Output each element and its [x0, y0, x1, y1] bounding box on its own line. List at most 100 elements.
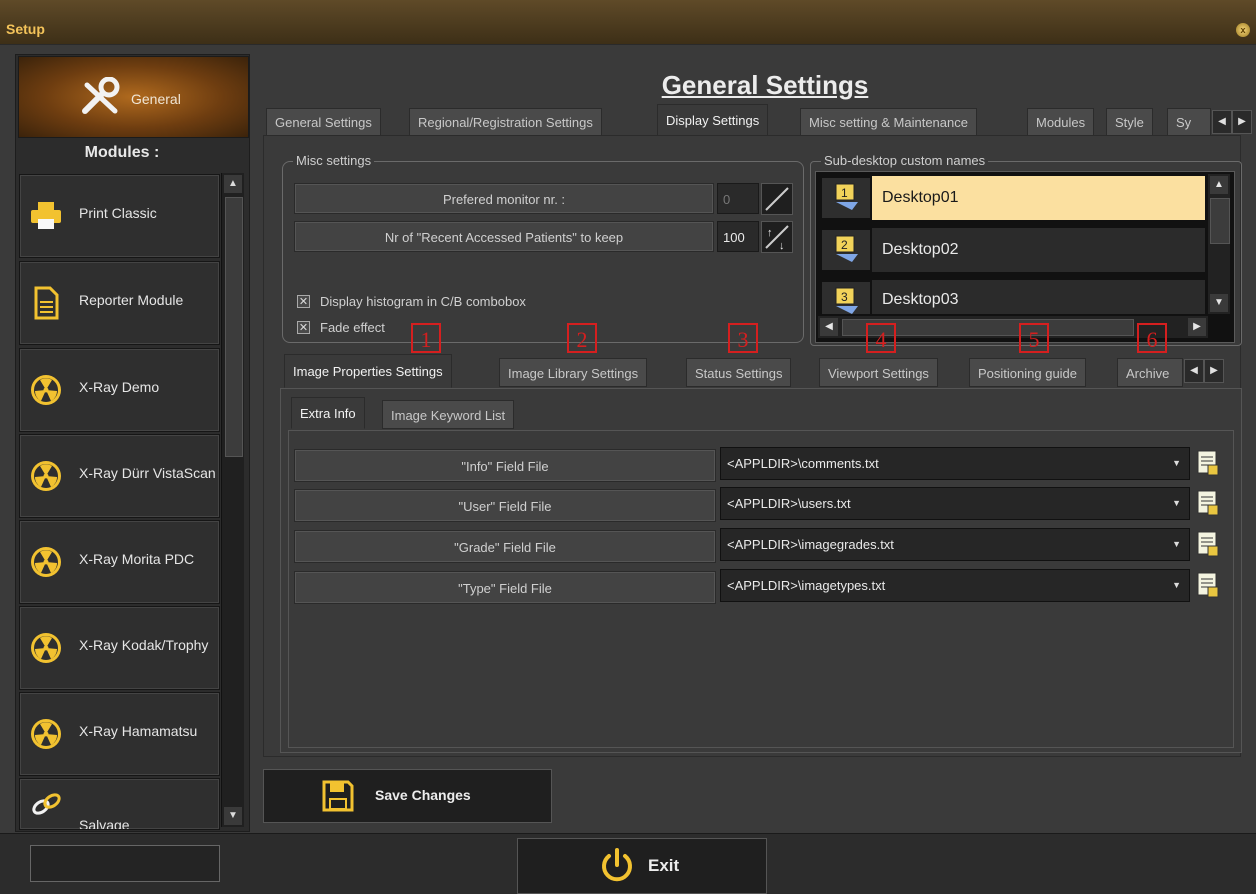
module-item-xray-durr[interactable]: X-Ray Dürr VistaScan	[19, 434, 220, 518]
module-item-xray-kodak[interactable]: X-Ray Kodak/Trophy	[19, 606, 220, 690]
document-icon	[34, 286, 59, 320]
monitor-input[interactable]: 0	[717, 183, 759, 214]
combo-value: <APPLDIR>\imagetypes.txt	[727, 578, 886, 593]
desktop-icon: 1	[822, 178, 870, 218]
module-item-salvage[interactable]: Salvage	[19, 778, 220, 830]
radiation-icon	[31, 633, 61, 663]
tab-general-settings[interactable]: General Settings	[266, 108, 381, 136]
printer-icon	[31, 202, 61, 229]
recent-patients-input[interactable]: 100	[717, 221, 759, 252]
subtab-image-library[interactable]: Image Library Settings	[499, 358, 648, 387]
fade-effect-label: Fade effect	[320, 320, 385, 335]
module-label: Reporter Module	[79, 292, 184, 308]
radiation-icon	[31, 719, 61, 749]
radiation-icon	[31, 375, 61, 405]
tab-style[interactable]: Style	[1106, 108, 1153, 136]
list-item[interactable]: 2 Desktop02	[820, 226, 1205, 274]
tab-left-icon[interactable]: ◀	[1212, 110, 1232, 134]
info-file-label: "Info" Field File	[294, 449, 716, 482]
status-box	[30, 845, 220, 882]
general-button[interactable]: General	[18, 56, 249, 138]
list-item[interactable]: 3 Desktop03	[820, 278, 1205, 314]
marker-2: 2	[567, 323, 597, 353]
module-item-reporter[interactable]: Reporter Module	[19, 261, 220, 345]
monitor-label: Prefered monitor nr. :	[294, 183, 714, 214]
recent-patients-label: Nr of "Recent Accessed Patients" to keep	[294, 221, 714, 252]
chevron-down-icon[interactable]: ▼	[1172, 488, 1181, 519]
tab-sync[interactable]: Sy	[1167, 108, 1211, 136]
user-file-combo[interactable]: <APPLDIR>\users.txt ▼	[720, 487, 1190, 520]
chevron-down-icon[interactable]: ▼	[1172, 570, 1181, 601]
module-item-xray-morita[interactable]: X-Ray Morita PDC	[19, 520, 220, 604]
svg-text:2: 2	[841, 238, 848, 252]
tab-display-settings[interactable]: Display Settings	[657, 104, 769, 136]
tools-icon	[82, 77, 120, 114]
module-label: X-Ray Morita PDC	[79, 551, 195, 567]
user-file-label: "User" Field File	[294, 489, 716, 522]
histogram-label: Display histogram in C/B combobox	[320, 294, 526, 309]
module-item-xray-hamamatsu[interactable]: X-Ray Hamamatsu	[19, 692, 220, 776]
desktop-name[interactable]: Desktop03	[872, 280, 1205, 314]
desktop-name[interactable]: Desktop01	[872, 176, 1205, 220]
fade-effect-checkbox[interactable]: ✕	[297, 321, 310, 334]
type-file-label: "Type" Field File	[294, 571, 716, 604]
scroll-left-icon[interactable]: ◀	[820, 318, 838, 336]
browse-file-icon[interactable]	[1195, 449, 1221, 477]
subtab-archive[interactable]: Archive	[1117, 358, 1183, 387]
subdesktop-vscroll[interactable]: ▲ ▼	[1208, 174, 1230, 314]
tab-right-icon[interactable]: ▶	[1232, 110, 1252, 134]
spinner-icon	[765, 187, 789, 211]
module-label: X-Ray Demo	[79, 379, 160, 395]
grade-file-combo[interactable]: <APPLDIR>\imagegrades.txt ▼	[720, 528, 1190, 561]
subdesktop-list[interactable]: 1 Desktop01 2 Desktop02 3 Desktop03 ▲ ▼ …	[815, 171, 1235, 343]
title-bar: Setup x	[0, 0, 1256, 45]
scroll-down-icon[interactable]: ▼	[1210, 294, 1228, 312]
exit-button[interactable]: Exit	[517, 838, 767, 894]
modules-title: Modules :	[84, 144, 160, 161]
exit-label: Exit	[648, 856, 680, 875]
subtab-image-properties[interactable]: Image Properties Settings	[284, 354, 452, 388]
innertab-keyword-list[interactable]: Image Keyword List	[382, 400, 515, 429]
browse-file-icon[interactable]	[1195, 489, 1221, 517]
module-item-print-classic[interactable]: Print Classic	[19, 174, 220, 258]
recent-patients-spinner[interactable]: ↑ ↓	[761, 221, 793, 253]
chevron-down-icon[interactable]: ▼	[1172, 448, 1181, 479]
marker-3: 3	[728, 323, 758, 353]
subtab-right-icon[interactable]: ▶	[1204, 359, 1224, 383]
innertab-extra-info[interactable]: Extra Info	[291, 397, 365, 429]
subtab-viewport[interactable]: Viewport Settings	[819, 358, 938, 387]
info-file-combo[interactable]: <APPLDIR>\comments.txt ▼	[720, 447, 1190, 480]
scroll-up-icon[interactable]: ▲	[224, 175, 242, 193]
tab-modules[interactable]: Modules	[1027, 108, 1095, 136]
scroll-thumb[interactable]	[225, 197, 243, 457]
histogram-checkbox[interactable]: ✕	[297, 295, 310, 308]
scroll-up-icon[interactable]: ▲	[1210, 176, 1228, 194]
spinner-icon: ↑↓	[765, 225, 789, 252]
type-file-combo[interactable]: <APPLDIR>\imagetypes.txt ▼	[720, 569, 1190, 602]
module-label: Salvage	[79, 817, 130, 830]
save-changes-button[interactable]: Save Changes	[263, 769, 552, 823]
subdesktop-legend: Sub-desktop custom names	[821, 153, 989, 168]
tab-misc-maintenance[interactable]: Misc setting & Maintenance	[800, 108, 977, 136]
misc-settings-legend: Misc settings	[293, 153, 375, 168]
monitor-spinner[interactable]	[761, 183, 793, 215]
subtab-status[interactable]: Status Settings	[686, 358, 792, 387]
marker-5: 5	[1019, 323, 1049, 353]
browse-file-icon[interactable]	[1195, 530, 1221, 558]
module-label: X-Ray Kodak/Trophy	[79, 637, 209, 653]
scroll-right-icon[interactable]: ▶	[1188, 318, 1206, 336]
tab-regional-registration[interactable]: Regional/Registration Settings	[409, 108, 602, 136]
save-changes-label: Save Changes	[375, 787, 471, 803]
browse-file-icon[interactable]	[1195, 571, 1221, 599]
subtab-positioning-guide[interactable]: Positioning guide	[969, 358, 1087, 387]
close-icon[interactable]: x	[1236, 23, 1250, 37]
svg-text:↑: ↑	[767, 227, 773, 239]
scroll-thumb[interactable]	[1210, 198, 1230, 244]
modules-scrollbar[interactable]: ▲ ▼	[221, 173, 244, 827]
scroll-down-icon[interactable]: ▼	[224, 807, 242, 825]
desktop-name[interactable]: Desktop02	[872, 228, 1205, 272]
subtab-left-icon[interactable]: ◀	[1184, 359, 1204, 383]
module-item-xray-demo[interactable]: X-Ray Demo	[19, 348, 220, 432]
chevron-down-icon[interactable]: ▼	[1172, 529, 1181, 560]
list-item[interactable]: 1 Desktop01	[820, 174, 1205, 222]
